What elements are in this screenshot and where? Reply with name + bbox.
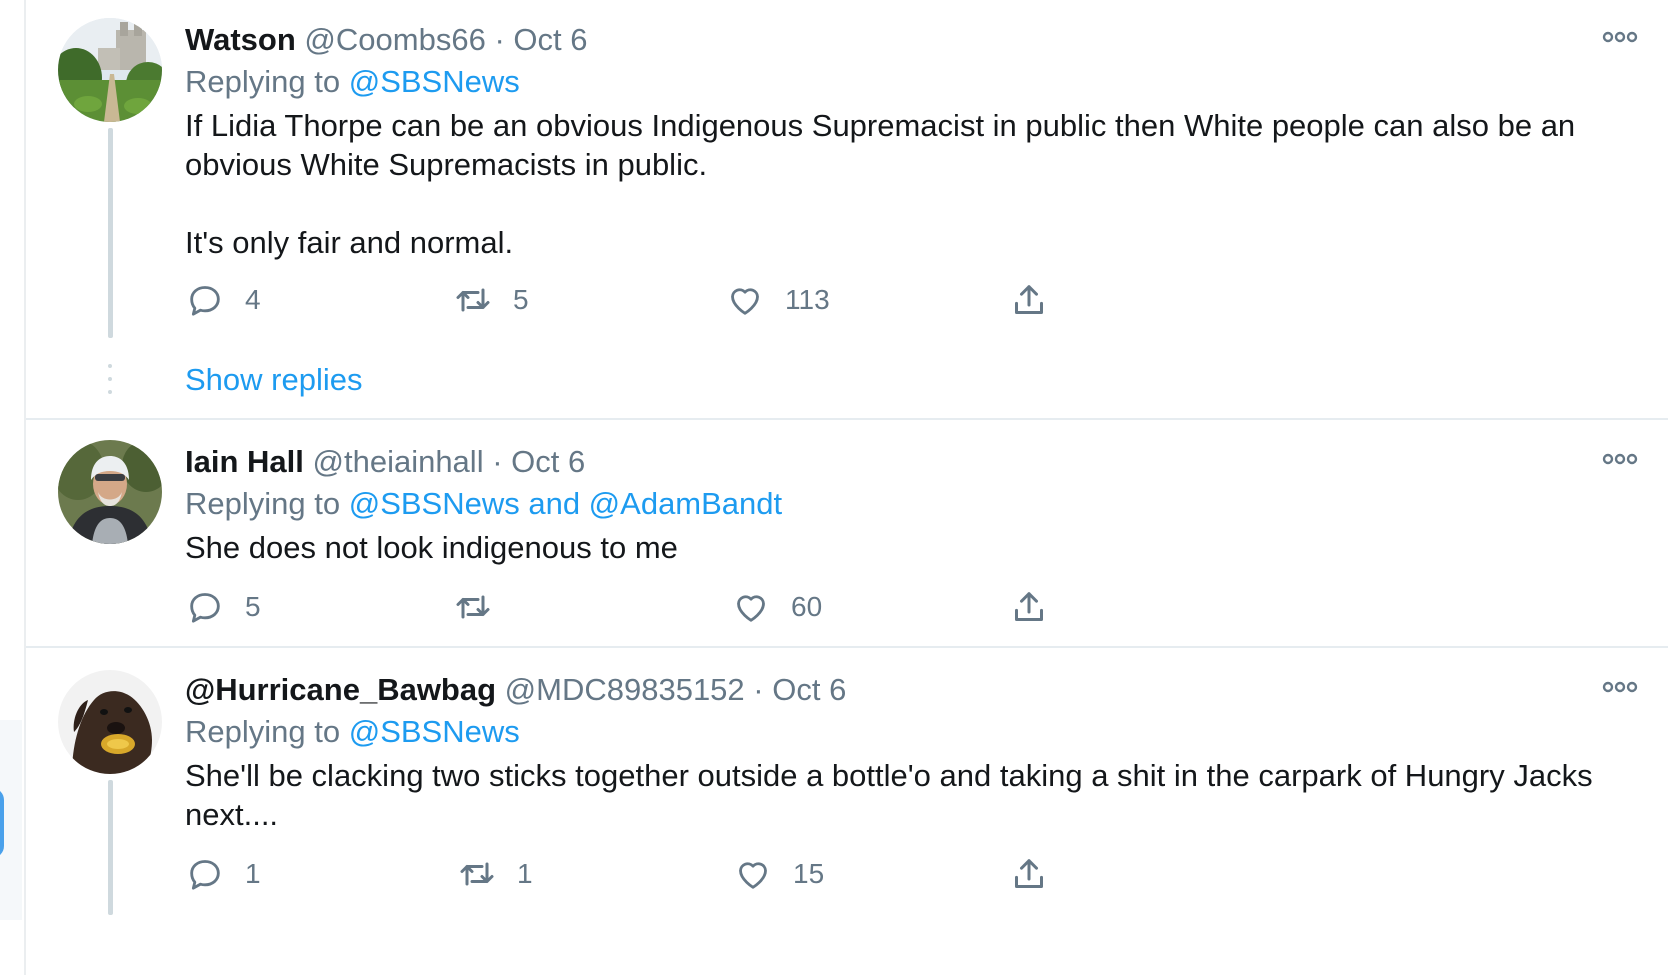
more-options-icon[interactable] [1598, 444, 1642, 474]
castle-garden-avatar[interactable] [58, 18, 162, 122]
reply-count: 5 [245, 591, 261, 622]
reply-count: 4 [245, 284, 261, 315]
tweet-header: Iain Hall @theiainhall · Oct 6 [185, 440, 585, 484]
mention-link[interactable]: @SBSNews [349, 714, 520, 749]
like-icon [739, 862, 767, 889]
share-button[interactable] [1009, 278, 1049, 322]
like-button[interactable]: 60 [731, 585, 822, 629]
like-count: 60 [791, 591, 823, 622]
replying-to: Replying to @SBSNews [185, 60, 520, 104]
show-replies-link[interactable]: Show replies [185, 358, 362, 402]
mention-link[interactable]: @SBSNews [349, 64, 520, 99]
replying-to: Replying to @SBSNews [185, 710, 520, 754]
like-button[interactable]: 15 [733, 852, 824, 896]
thread-line [108, 780, 113, 915]
share-icon [1015, 592, 1043, 621]
tweet-header: Watson @Coombs66 · Oct 6 [185, 18, 587, 62]
like-button[interactable]: 113 [725, 278, 830, 322]
tweet-text-line: She does not look indigenous to me [185, 530, 678, 565]
tweet-text: She'll be clacking two sticks together o… [185, 756, 1635, 834]
retweet-count: 5 [513, 284, 529, 315]
thread-line [108, 128, 113, 338]
motorcyclist-avatar[interactable] [58, 440, 162, 544]
retweet-icon [456, 288, 490, 312]
retweet-button[interactable] [453, 585, 513, 629]
replying-to: Replying to @SBSNews and @AdamBandt [185, 482, 782, 526]
share-button[interactable] [1009, 585, 1049, 629]
reply-button[interactable]: 5 [185, 585, 261, 629]
reply-icon [190, 286, 220, 316]
tweet-text-line: It's only fair and normal. [185, 225, 514, 260]
separator-dot: · [492, 444, 503, 479]
tweet-text: She does not look indigenous to me [185, 528, 1635, 567]
replying-prefix: Replying to [185, 64, 349, 99]
tweet-header: @Hurricane_Bawbag @MDC89835152 · Oct 6 [185, 668, 846, 712]
separator-dot: · [494, 22, 505, 57]
tweet-watson[interactable]: Watson @Coombs66 · Oct 6 Replying to @SB… [26, 18, 1668, 418]
tweet-divider [26, 418, 1668, 420]
thread-dots [108, 364, 113, 403]
display-name[interactable]: Iain Hall [185, 444, 304, 479]
retweet-button[interactable]: 5 [453, 278, 529, 322]
tweet-actions: 1 1 15 [185, 852, 1085, 896]
reply-button[interactable]: 4 [185, 278, 261, 322]
tweet-date[interactable]: Oct 6 [513, 22, 587, 57]
separator-dot: · [753, 672, 764, 707]
retweet-icon [460, 862, 494, 886]
user-handle[interactable]: @theiainhall [313, 444, 484, 479]
tweet-divider [26, 646, 1668, 648]
user-handle[interactable]: @MDC89835152 [505, 672, 745, 707]
retweet-count: 1 [517, 858, 533, 889]
share-button[interactable] [1009, 852, 1049, 896]
left-edge-indicator [0, 788, 4, 858]
tweet-actions: 5 60 [185, 585, 1085, 629]
display-name[interactable]: Watson [185, 22, 296, 57]
replying-prefix: Replying to [185, 486, 349, 521]
tweet-actions: 4 5 113 [185, 278, 1085, 322]
tweet-date[interactable]: Oct 6 [772, 672, 846, 707]
reply-icon [190, 593, 220, 623]
tweet-date[interactable]: Oct 6 [511, 444, 585, 479]
more-options-icon[interactable] [1598, 22, 1642, 52]
tweet-iain-hall[interactable]: Iain Hall @theiainhall · Oct 6 Replying … [26, 440, 1668, 645]
reply-icon [190, 860, 220, 890]
dog-avatar[interactable] [58, 670, 162, 774]
tweet-hurricane-bawbag[interactable]: @Hurricane_Bawbag @MDC89835152 · Oct 6 R… [26, 668, 1668, 975]
share-icon [1015, 285, 1043, 314]
retweet-button[interactable]: 1 [457, 852, 533, 896]
reply-button[interactable]: 1 [185, 852, 261, 896]
display-name[interactable]: @Hurricane_Bawbag [185, 672, 496, 707]
tweet-text-line: She'll be clacking two sticks together o… [185, 758, 1593, 832]
like-icon [737, 595, 765, 622]
retweet-icon [456, 595, 490, 619]
user-handle[interactable]: @Coombs66 [304, 22, 485, 57]
like-count: 15 [793, 858, 825, 889]
more-options-icon[interactable] [1598, 672, 1642, 702]
share-icon [1015, 859, 1043, 888]
tweet-text-line: If Lidia Thorpe can be an obvious Indige… [185, 108, 1576, 182]
like-icon [731, 288, 759, 315]
tweet-text: If Lidia Thorpe can be an obvious Indige… [185, 106, 1635, 262]
like-count: 113 [785, 284, 830, 315]
replying-prefix: Replying to [185, 714, 349, 749]
mention-link[interactable]: @SBSNews and @AdamBandt [349, 486, 782, 521]
reply-count: 1 [245, 858, 261, 889]
